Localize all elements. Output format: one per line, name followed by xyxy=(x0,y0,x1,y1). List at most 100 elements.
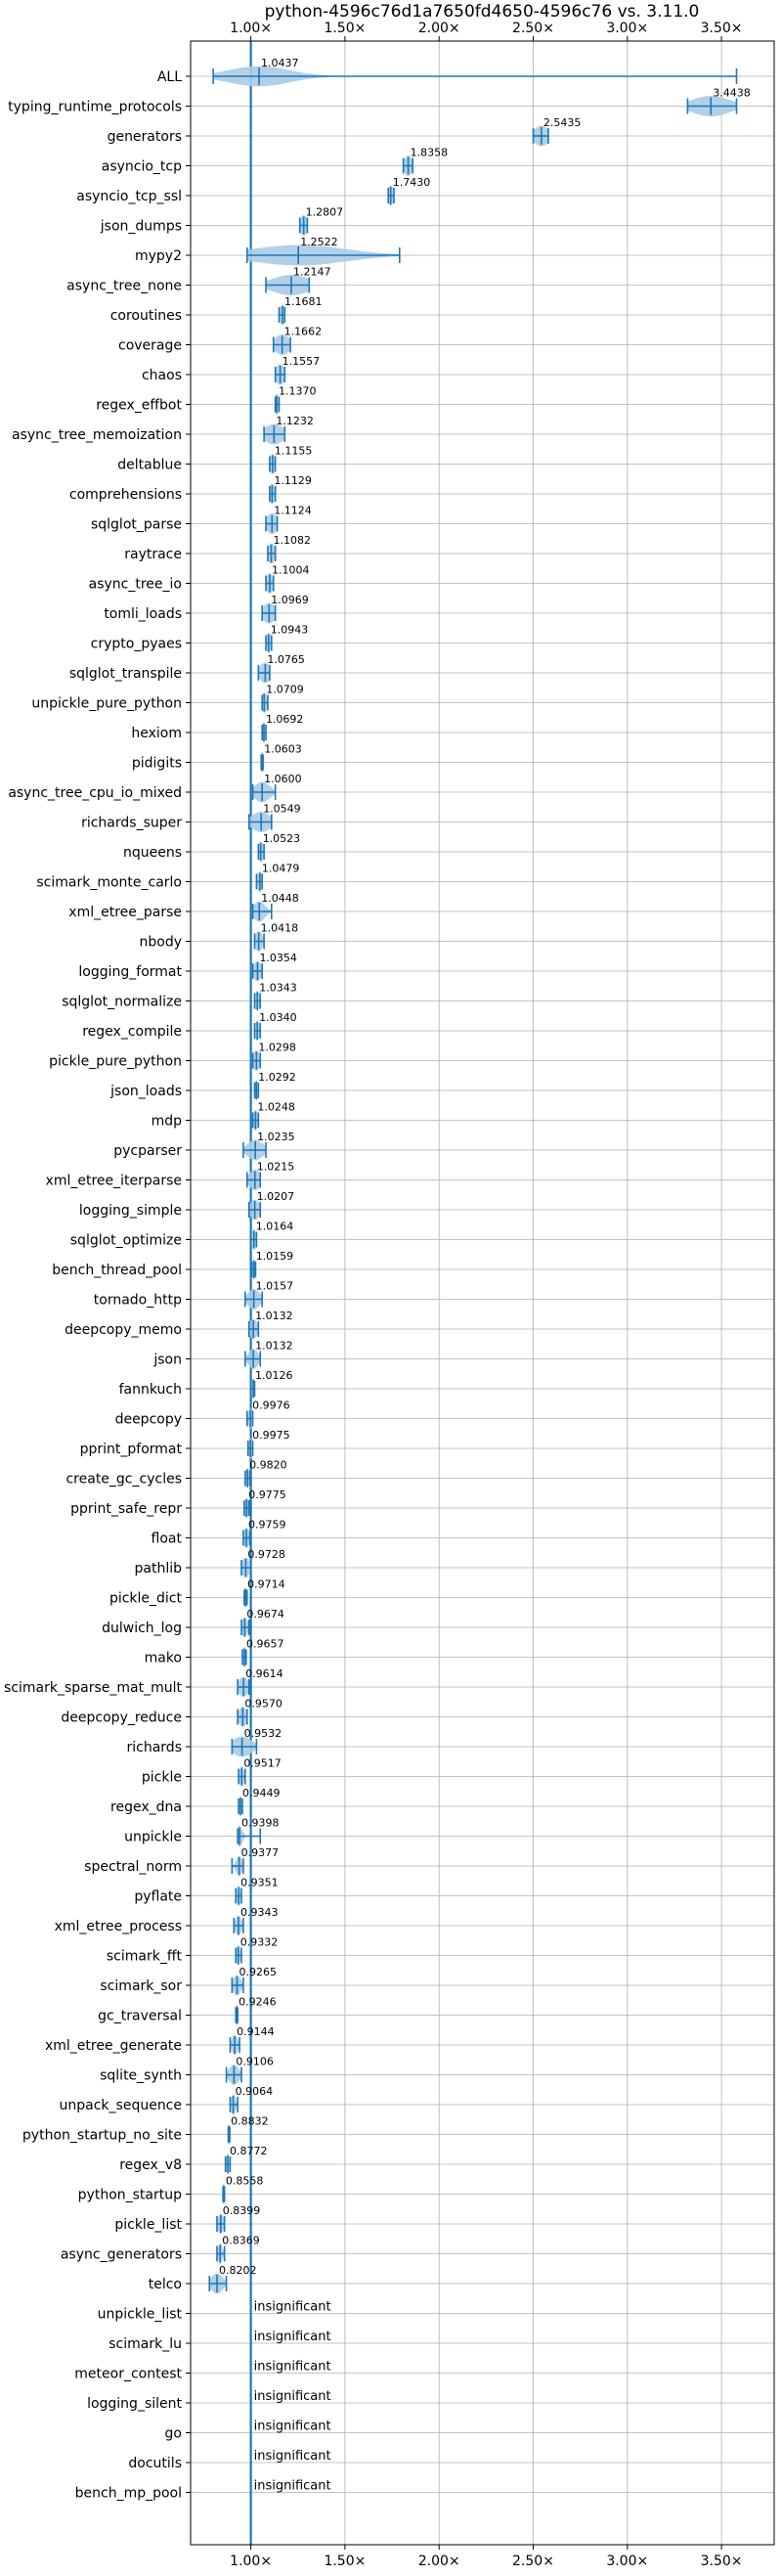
benchmark-label: hexiom xyxy=(131,726,182,741)
benchmark-label: json_loads xyxy=(109,1084,182,1099)
mean-value-label: 1.0479 xyxy=(262,863,300,875)
mean-value-label: 1.1232 xyxy=(276,415,314,427)
benchmark-label: gc_traversal xyxy=(98,2009,182,2024)
benchmark-label: deepcopy_memo xyxy=(65,1322,182,1338)
benchmark-label: create_gc_cycles xyxy=(65,1472,182,1488)
mean-value-label: 0.8832 xyxy=(231,2115,269,2128)
mean-value-label: 1.0354 xyxy=(259,952,297,964)
mean-value-label: 1.1124 xyxy=(274,505,312,517)
mean-value-label: 0.8399 xyxy=(223,2204,261,2217)
mean-value-label: 0.9976 xyxy=(252,1399,290,1412)
mean-value-label: 0.8202 xyxy=(219,2264,257,2277)
mean-value-label: 0.9144 xyxy=(237,2025,275,2038)
x-tick-label-top: 3.00× xyxy=(606,21,648,36)
benchmark-label: coverage xyxy=(118,338,182,354)
benchmark-label: mako xyxy=(145,1651,182,1666)
x-tick-label-top: 2.50× xyxy=(512,21,554,36)
benchmark-label: unpack_sequence xyxy=(60,2098,182,2113)
benchmark-label: pycparser xyxy=(113,1143,182,1159)
x-tick-label-bottom: 2.00× xyxy=(418,2554,460,2569)
benchmark-label: regex_v8 xyxy=(119,2157,182,2173)
violin-group xyxy=(235,2005,239,2025)
violin-group xyxy=(249,1378,256,1399)
chart-svg: python-4596c76d1a7650fd4650-4596c76 vs. … xyxy=(0,0,782,2572)
benchmark-label: sqlglot_parse xyxy=(91,517,182,533)
benchmark-label: unpickle_pure_python xyxy=(31,696,182,712)
violin-group xyxy=(227,2124,231,2145)
mean-value-label: 0.9532 xyxy=(244,1727,282,1740)
violin-group xyxy=(222,2184,226,2204)
mean-value-label: 0.9246 xyxy=(239,1996,277,2009)
mean-value-label: 1.0437 xyxy=(261,57,299,69)
mean-value-label: 0.9657 xyxy=(246,1638,284,1651)
benchmark-label: mdp xyxy=(152,1114,183,1130)
mean-value-label: 1.0943 xyxy=(271,624,309,637)
benchmark-label: sqlglot_optimize xyxy=(70,1233,182,1249)
mean-value-label: 1.0157 xyxy=(256,1280,294,1293)
benchmark-label: go xyxy=(165,2426,182,2442)
mean-value-label: 0.9064 xyxy=(236,2085,274,2098)
benchmark-label: pickle_pure_python xyxy=(49,1054,182,1070)
benchmark-label: nbody xyxy=(140,935,183,951)
mean-value-label: 1.0600 xyxy=(264,773,302,785)
benchmark-label: pidigits xyxy=(132,756,182,772)
violin-group xyxy=(260,752,264,773)
benchmark-label: async_tree_none xyxy=(66,279,182,294)
x-tick-label-bottom: 1.00× xyxy=(230,2554,272,2569)
mean-value-label: 0.9614 xyxy=(245,1667,283,1680)
benchmark-label: nqueens xyxy=(123,845,182,861)
chart-title: python-4596c76d1a7650fd4650-4596c76 vs. … xyxy=(265,2,700,22)
benchmark-label: unpickle xyxy=(124,1830,182,1845)
benchmark-label: logging_silent xyxy=(87,2396,182,2412)
benchmark-label: deepcopy xyxy=(115,1412,182,1428)
mean-value-label: 1.0523 xyxy=(263,832,301,845)
insignificant-label: insignificant xyxy=(254,2389,331,2404)
benchmark-label: tomli_loads xyxy=(104,606,182,622)
mean-value-label: 1.0298 xyxy=(258,1042,296,1054)
benchmark-label: asyncio_tcp xyxy=(102,159,182,175)
benchmark-label: telco xyxy=(149,2277,182,2292)
mean-value-label: 0.9728 xyxy=(247,1548,285,1561)
benchmark-label: coroutines xyxy=(110,308,182,324)
mean-value-label: 1.2147 xyxy=(293,266,331,279)
benchmark-label: unpickle_list xyxy=(98,2307,183,2323)
benchmark-label: typing_runtime_protocols xyxy=(8,100,182,115)
benchmark-label: logging_format xyxy=(78,964,182,980)
benchmark-label: fannkuch xyxy=(119,1382,182,1398)
mean-value-label: 1.0603 xyxy=(264,743,302,756)
benchmark-label: meteor_contest xyxy=(74,2367,182,2382)
benchmark-label: xml_etree_process xyxy=(55,1919,182,1934)
benchmark-label: pprint_safe_repr xyxy=(70,1501,182,1517)
mean-value-label: 1.1662 xyxy=(284,326,323,338)
insignificant-label: insignificant xyxy=(254,2330,331,2344)
mean-value-label: 0.9517 xyxy=(243,1757,282,1770)
mean-value-label: 0.9106 xyxy=(236,2056,274,2068)
benchmark-label: pyflate xyxy=(134,1889,182,1905)
mean-value-label: 1.0292 xyxy=(258,1071,296,1084)
benchmark-label: async_tree_cpu_io_mixed xyxy=(8,785,182,801)
mean-value-label: 0.9674 xyxy=(246,1608,283,1621)
mean-value-label: 2.5435 xyxy=(543,116,582,129)
benchmark-label: async_tree_memoization xyxy=(12,427,182,443)
benchmark-label: chaos xyxy=(142,368,182,383)
benchmark-label: json xyxy=(152,1353,182,1368)
benchmark-label: python_startup_no_site xyxy=(22,2128,182,2144)
mean-value-label: 1.0969 xyxy=(271,594,309,606)
benchmark-label: sqlglot_normalize xyxy=(62,995,182,1010)
benchmark-label: bench_thread_pool xyxy=(52,1263,182,1278)
mean-value-label: 1.1155 xyxy=(275,445,313,458)
mean-value-label: 1.1681 xyxy=(284,295,323,308)
mean-value-label: 1.0132 xyxy=(255,1340,293,1353)
mean-value-label: 0.9975 xyxy=(252,1429,290,1442)
mean-value-label: 0.9343 xyxy=(240,1906,279,1919)
mean-value-label: 0.9759 xyxy=(248,1519,286,1532)
mean-value-label: 1.0159 xyxy=(256,1250,294,1263)
benchmark-label: scimark_fft xyxy=(107,1949,183,1965)
benchmark-label: scimark_sor xyxy=(100,1978,182,1994)
mean-value-label: 1.0132 xyxy=(255,1310,293,1322)
mean-value-label: 1.7430 xyxy=(393,176,431,189)
mean-value-label: 1.0448 xyxy=(261,892,299,905)
mean-value-label: 1.0248 xyxy=(257,1101,295,1114)
benchmark-label: crypto_pyaes xyxy=(91,637,182,652)
benchmark-label: tornado_http xyxy=(94,1293,182,1309)
